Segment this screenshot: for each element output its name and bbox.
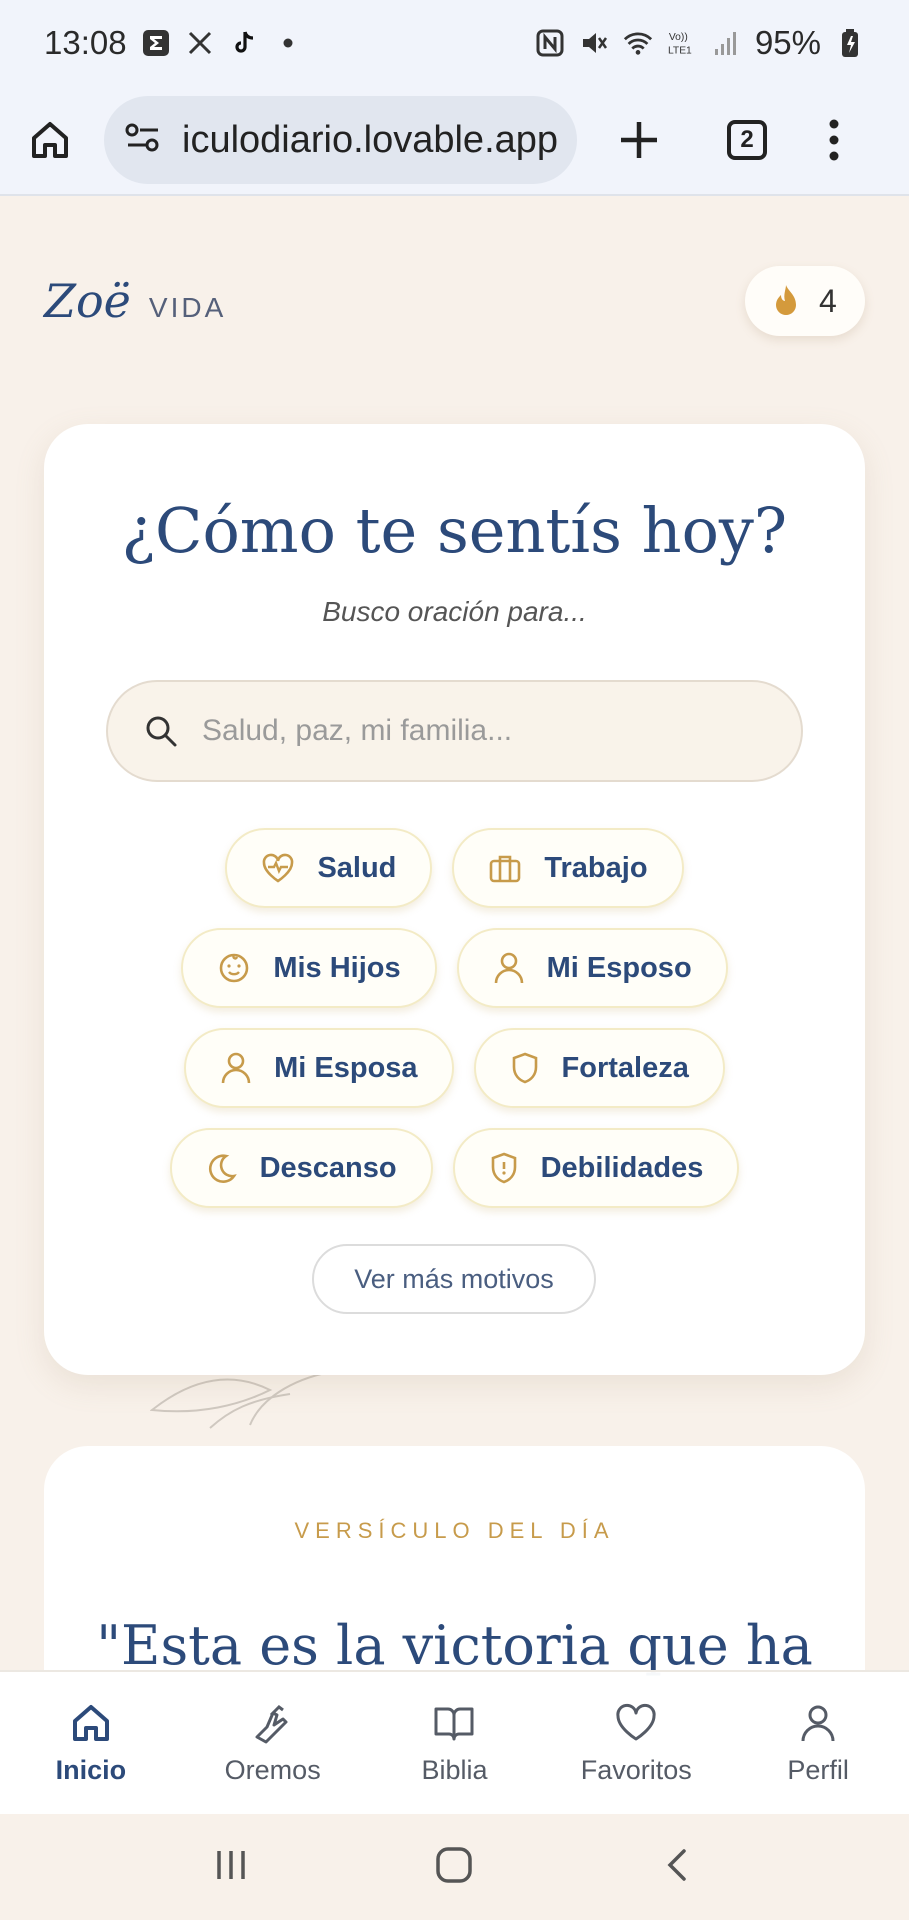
system-home-button[interactable] bbox=[433, 1844, 475, 1891]
app-header: Zoë VIDA 4 bbox=[0, 198, 909, 398]
more-vert-icon bbox=[829, 119, 839, 161]
mood-card: ¿Cómo te sentís hoy? Busco oración para.… bbox=[44, 424, 865, 1375]
address-bar[interactable]: iculodiario.lovable.app bbox=[104, 96, 577, 184]
browser-toolbar: iculodiario.lovable.app 2 bbox=[0, 86, 909, 196]
praying-hands-icon bbox=[255, 1704, 288, 1743]
browser-menu-button[interactable] bbox=[827, 118, 841, 162]
status-bar: 13:08 Vo)) LTE1 95% bbox=[0, 0, 909, 86]
shield-icon bbox=[512, 1052, 537, 1084]
chip-label: Fortaleza bbox=[561, 1051, 689, 1084]
brand-logo[interactable]: Zoë VIDA bbox=[44, 274, 226, 328]
browser-home-button[interactable] bbox=[26, 116, 74, 164]
nav-label: Inicio bbox=[55, 1754, 127, 1785]
home-icon bbox=[32, 122, 68, 158]
chip-salud[interactable]: Salud bbox=[225, 828, 433, 908]
chip-fortaleza[interactable]: Fortaleza bbox=[473, 1028, 725, 1108]
tiktok-icon bbox=[229, 28, 259, 58]
moon-icon bbox=[208, 1154, 237, 1183]
recent-apps-button[interactable] bbox=[211, 1845, 251, 1890]
baby-face-icon bbox=[220, 953, 249, 983]
tab-count: 2 bbox=[727, 120, 767, 160]
site-settings-icon[interactable] bbox=[124, 121, 162, 160]
mute-icon bbox=[579, 28, 609, 58]
sigma-icon bbox=[141, 28, 171, 58]
chip-mis-hijos[interactable]: Mis Hijos bbox=[181, 928, 437, 1008]
streak-count: 4 bbox=[819, 282, 837, 319]
tab-switcher-button[interactable]: 2 bbox=[727, 120, 767, 160]
new-tab-button[interactable] bbox=[617, 118, 661, 162]
system-nav-bar bbox=[0, 1814, 909, 1920]
chip-grid: Salud Trabajo Mis Hijos Mi Esposo Mi Esp… bbox=[44, 828, 865, 1228]
person-icon bbox=[221, 1052, 251, 1084]
verse-text: "Esta es la victoria que ha bbox=[96, 1614, 813, 1677]
nav-item-inicio[interactable]: Inicio bbox=[0, 1672, 182, 1814]
shield-alert-icon bbox=[491, 1152, 516, 1184]
card-subtitle: Busco oración para... bbox=[322, 596, 587, 627]
heart-pulse-icon bbox=[263, 853, 294, 883]
chip-debilidades[interactable]: Debilidades bbox=[452, 1128, 740, 1208]
svg-text:Vo)): Vo)) bbox=[669, 32, 688, 43]
flame-icon bbox=[776, 285, 796, 315]
nav-label: Biblia bbox=[421, 1754, 488, 1785]
verse-label: VERSÍCULO DEL DÍA bbox=[294, 1518, 615, 1543]
system-back-button[interactable] bbox=[658, 1845, 698, 1890]
chip-mi-esposa[interactable]: Mi Esposa bbox=[184, 1028, 454, 1108]
search-icon bbox=[146, 716, 177, 747]
person-icon bbox=[494, 952, 523, 984]
search-input[interactable] bbox=[202, 714, 722, 748]
plus-icon bbox=[621, 122, 657, 158]
bottom-nav: Inicio Oremos Biblia Favoritos Perfil bbox=[0, 1670, 909, 1814]
url-text[interactable]: iculodiario.lovable.app bbox=[182, 119, 557, 162]
svg-text:LTE1: LTE1 bbox=[668, 45, 692, 56]
streak-badge[interactable]: 4 bbox=[745, 266, 865, 336]
heart-icon bbox=[616, 1703, 656, 1740]
chip-label: Trabajo bbox=[544, 851, 648, 884]
battery-icon bbox=[835, 28, 865, 58]
chip-label: Debilidades bbox=[540, 1151, 704, 1184]
chip-label: Mi Esposo bbox=[546, 951, 692, 984]
user-icon bbox=[801, 1705, 835, 1741]
search-box[interactable] bbox=[106, 680, 803, 782]
nfc-icon bbox=[535, 28, 565, 58]
chip-label: Mi Esposa bbox=[274, 1051, 418, 1084]
tools-icon bbox=[185, 28, 215, 58]
nav-item-oremos[interactable]: Oremos bbox=[182, 1672, 364, 1814]
recent-apps-icon bbox=[217, 1850, 245, 1879]
wifi-icon bbox=[623, 28, 653, 58]
nav-label: Oremos bbox=[224, 1754, 321, 1785]
briefcase-icon bbox=[490, 855, 521, 883]
chip-mi-esposo[interactable]: Mi Esposo bbox=[456, 928, 728, 1008]
home-icon bbox=[72, 1704, 109, 1741]
chip-label: Descanso bbox=[259, 1151, 397, 1184]
back-icon bbox=[667, 1848, 686, 1881]
status-time: 13:08 bbox=[44, 24, 127, 61]
brand-sub: VIDA bbox=[148, 292, 227, 323]
nav-item-favoritos[interactable]: Favoritos bbox=[545, 1672, 727, 1814]
chip-label: Salud bbox=[317, 851, 397, 884]
nav-item-perfil[interactable]: Perfil bbox=[727, 1672, 909, 1814]
nav-label: Perfil bbox=[787, 1754, 849, 1785]
dot-icon bbox=[273, 28, 303, 58]
chip-label: Mis Hijos bbox=[273, 951, 401, 984]
nav-item-biblia[interactable]: Biblia bbox=[364, 1672, 546, 1814]
signal-icon bbox=[711, 28, 741, 58]
chip-descanso[interactable]: Descanso bbox=[169, 1128, 433, 1208]
volte-icon: Vo)) LTE1 bbox=[667, 28, 697, 58]
book-icon bbox=[434, 1707, 474, 1740]
card-title: ¿Cómo te sentís hoy? bbox=[121, 494, 788, 567]
system-home-icon bbox=[436, 1846, 473, 1883]
battery-text: 95% bbox=[754, 24, 821, 61]
brand-script: Zoë bbox=[44, 274, 131, 328]
nav-label: Favoritos bbox=[580, 1754, 692, 1785]
chip-trabajo[interactable]: Trabajo bbox=[452, 828, 684, 908]
more-reasons-button[interactable]: Ver más motivos bbox=[312, 1244, 596, 1314]
